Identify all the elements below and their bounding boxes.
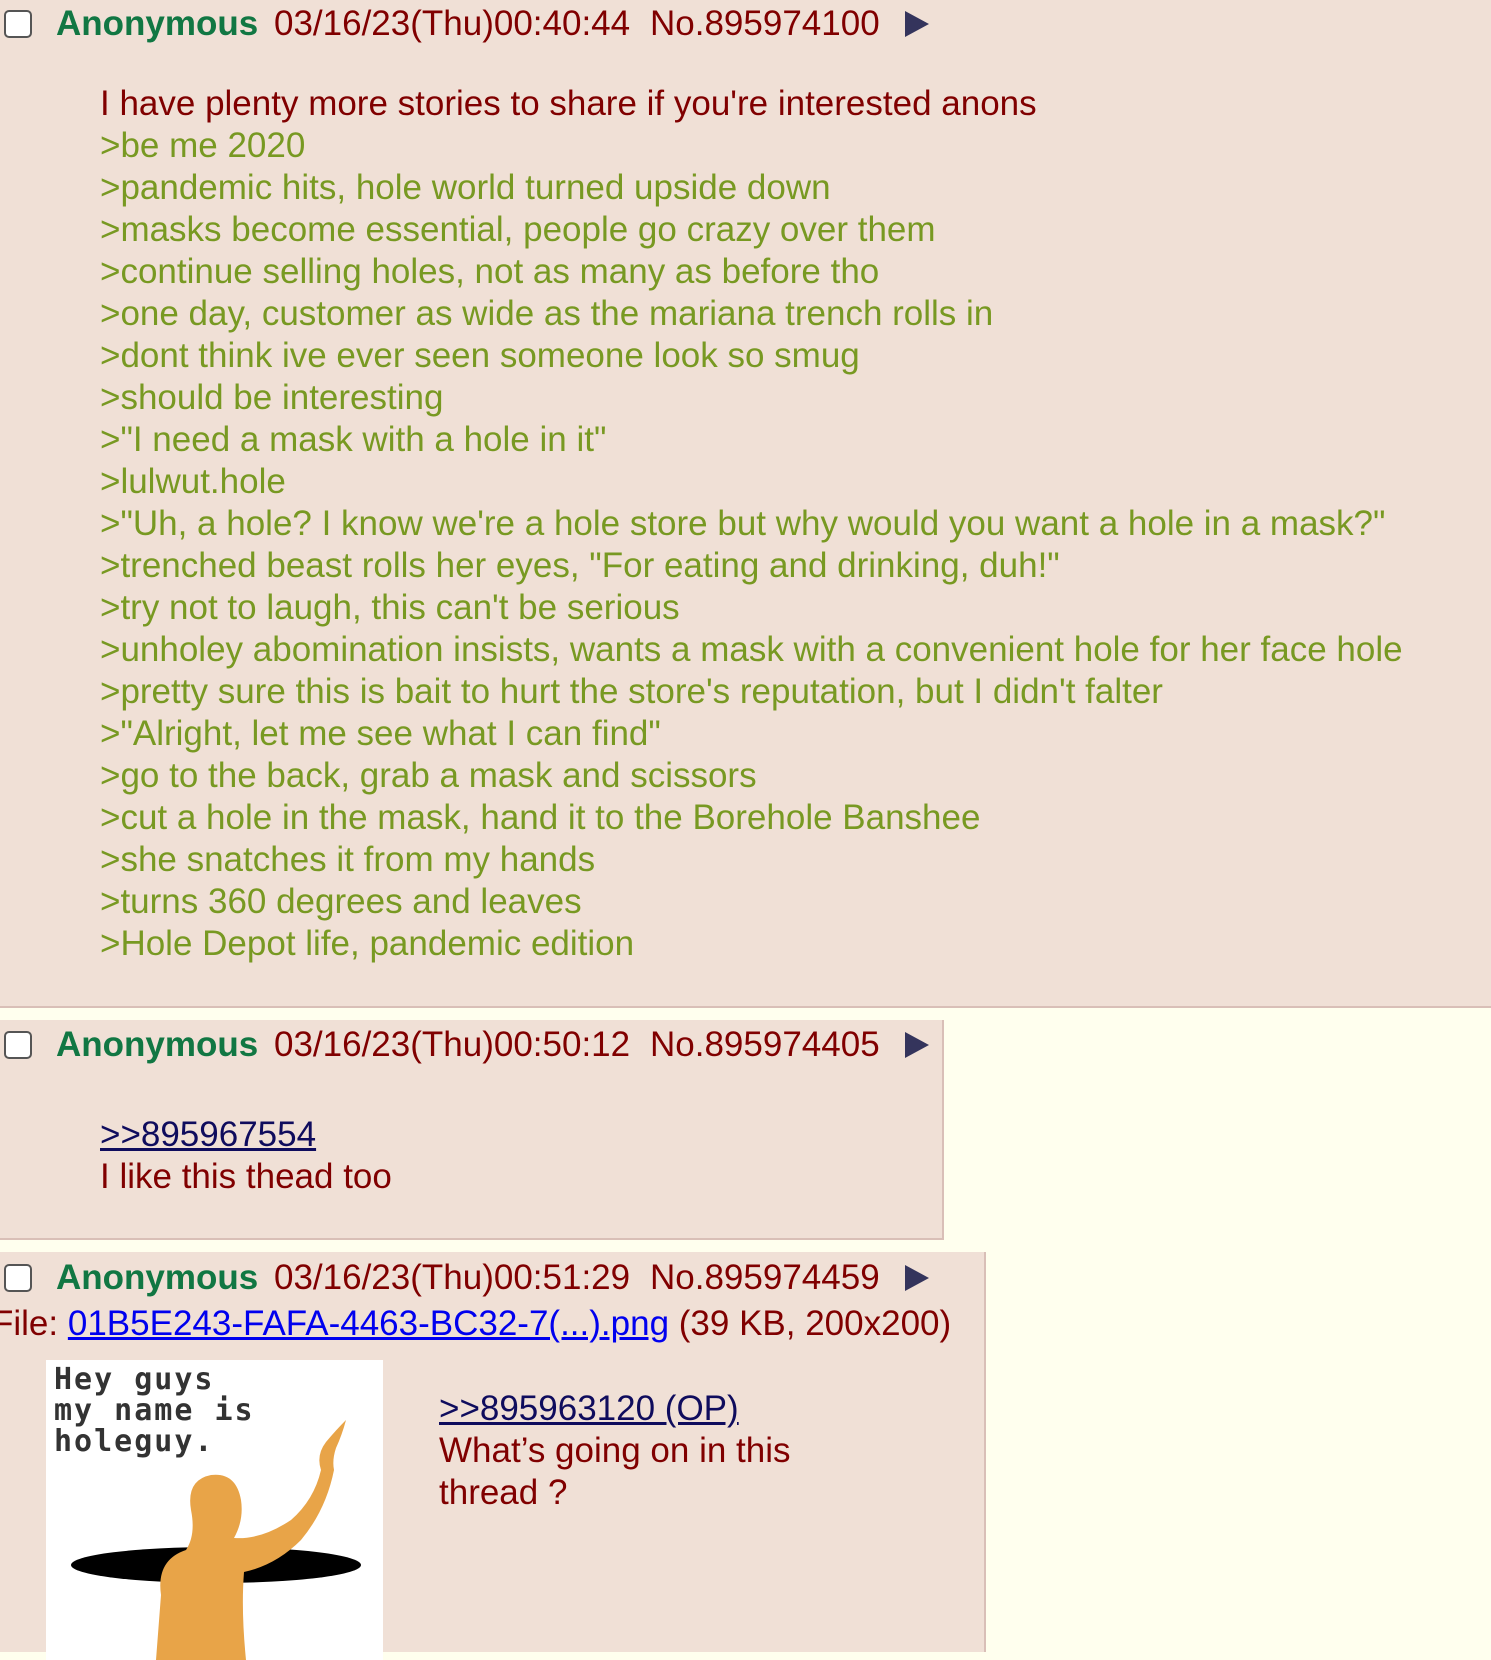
post-menu-arrow-icon[interactable] xyxy=(905,11,929,37)
file-info: File: 01B5E243-FAFA-4463-BC32-7(...).png… xyxy=(0,1304,951,1344)
post-message: >>895967554 I like this thead too xyxy=(100,1114,392,1198)
greentext-line: >go to the back, grab a mask and scissor… xyxy=(100,756,757,795)
quote-link[interactable]: >>895967554 xyxy=(100,1115,316,1154)
greentext-line: >should be interesting xyxy=(100,378,444,417)
post-message: >>895963120 (OP) What’s going on in this… xyxy=(439,1388,791,1514)
file-thumbnail[interactable]: Hey guys my name is holeguy. xyxy=(46,1360,383,1660)
poster-name: Anonymous xyxy=(56,4,259,43)
post-number-link[interactable]: No.895974405 xyxy=(650,1025,880,1065)
post-number-link[interactable]: No.895974459 xyxy=(650,1258,880,1298)
greentext-line: >unholey abomination insists, wants a ma… xyxy=(100,630,1403,669)
greentext-line: >try not to laugh, this can't be serious xyxy=(100,588,680,627)
post-datetime: 03/16/23(Thu)00:51:29 xyxy=(274,1258,631,1297)
greentext-line: >dont think ive ever seen someone look s… xyxy=(100,336,860,375)
greentext-line: >"I need a mask with a hole in it" xyxy=(100,420,607,459)
message-text: I have plenty more stories to share if y… xyxy=(100,84,1037,123)
greentext-line: >masks become essential, people go crazy… xyxy=(100,210,936,249)
greentext-line: >Hole Depot life, pandemic edition xyxy=(100,924,635,963)
greentext-line: >one day, customer as wide as the marian… xyxy=(100,294,994,333)
reply-post: Anonymous 03/16/23(Thu)00:40:44 No.89597… xyxy=(0,0,1491,1008)
greentext-line: >she snatches it from my hands xyxy=(100,840,596,879)
holeguy-figure-icon xyxy=(71,1420,361,1660)
greentext-line: >turns 360 degrees and leaves xyxy=(100,882,582,921)
greentext-line: >lulwut.hole xyxy=(100,462,286,501)
greentext-line: >"Alright, let me see what I can find" xyxy=(100,714,661,753)
post-select-checkbox[interactable] xyxy=(4,10,32,38)
poster-name: Anonymous xyxy=(56,1025,259,1064)
file-name-link[interactable]: 01B5E243-FAFA-4463-BC32-7(...).png xyxy=(68,1304,669,1343)
message-text: I like this thead too xyxy=(100,1157,392,1196)
greentext-line: >trenched beast rolls her eyes, "For eat… xyxy=(100,546,1060,585)
greentext-line: >pandemic hits, hole world turned upside… xyxy=(100,168,831,207)
greentext-line: >continue selling holes, not as many as … xyxy=(100,252,880,291)
message-text: thread ? xyxy=(439,1473,568,1512)
post-select-checkbox[interactable] xyxy=(4,1031,32,1059)
file-meta: (39 KB, 200x200) xyxy=(669,1304,952,1343)
reply-post: Anonymous 03/16/23(Thu)00:50:12 No.89597… xyxy=(0,1020,944,1240)
reply-post: Anonymous 03/16/23(Thu)00:51:29 No.89597… xyxy=(0,1252,986,1660)
post-message: I have plenty more stories to share if y… xyxy=(100,83,1403,965)
message-text: What’s going on in this xyxy=(439,1431,791,1470)
post-datetime: 03/16/23(Thu)00:40:44 xyxy=(274,4,631,43)
post-select-checkbox[interactable] xyxy=(4,1264,32,1292)
quote-link-op[interactable]: >>895963120 (OP) xyxy=(439,1389,739,1428)
post-number-link[interactable]: No.895974100 xyxy=(650,4,880,44)
file-label: File: xyxy=(0,1304,59,1343)
post-datetime: 03/16/23(Thu)00:50:12 xyxy=(274,1025,631,1064)
greentext-line: >be me 2020 xyxy=(100,126,306,165)
poster-name: Anonymous xyxy=(56,1258,259,1297)
post-menu-arrow-icon[interactable] xyxy=(905,1032,929,1058)
post-menu-arrow-icon[interactable] xyxy=(905,1265,929,1291)
greentext-line: >"Uh, a hole? I know we're a hole store … xyxy=(100,504,1386,543)
holeguy-body xyxy=(156,1420,346,1660)
greentext-line: >cut a hole in the mask, hand it to the … xyxy=(100,798,981,837)
greentext-line: >pretty sure this is bait to hurt the st… xyxy=(100,672,1163,711)
